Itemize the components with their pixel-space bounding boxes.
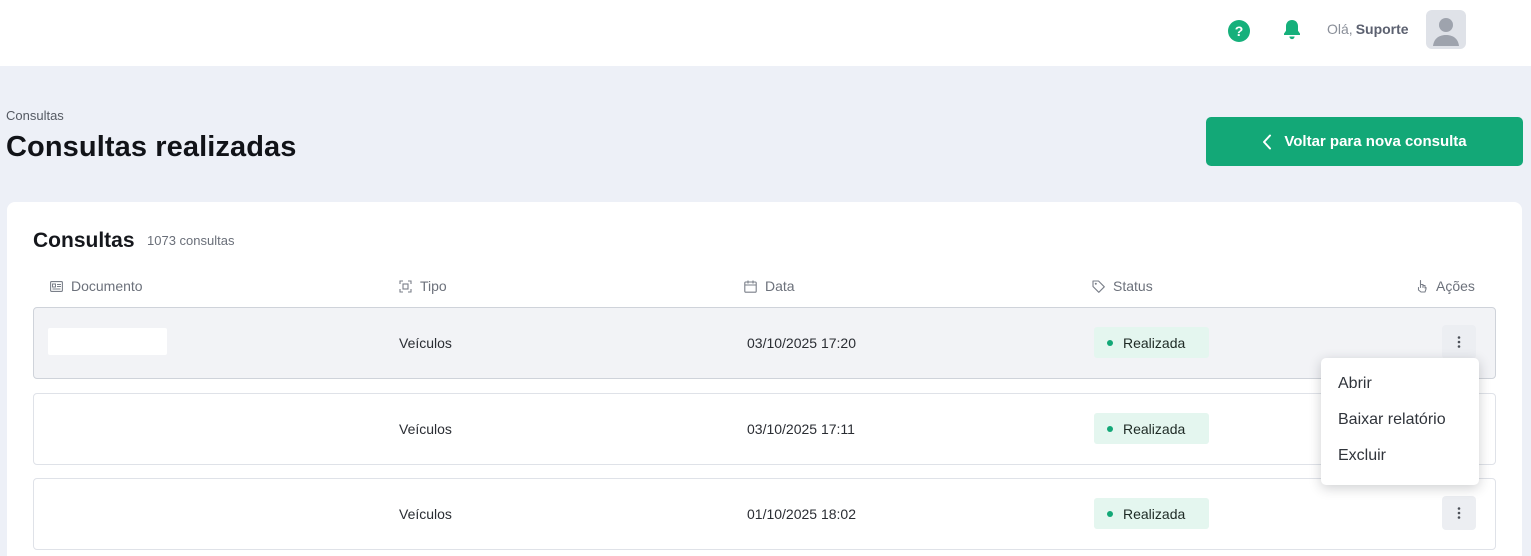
avatar[interactable] — [1426, 10, 1466, 49]
user-avatar-icon — [1433, 18, 1459, 46]
pointer-hand-icon — [1417, 279, 1427, 293]
more-vertical-icon — [1457, 507, 1461, 519]
status-badge: Realizada — [1094, 327, 1209, 358]
column-header-tipo: Tipo — [399, 278, 447, 294]
column-label-documento: Documento — [71, 278, 143, 294]
status-dot-icon — [1107, 510, 1113, 517]
column-label-data: Data — [765, 278, 795, 294]
status-label: Realizada — [1123, 505, 1186, 522]
table-row[interactable]: Veículos 03/10/2025 17:11 Realizada — [33, 393, 1496, 465]
status-label: Realizada — [1123, 420, 1186, 437]
page-title: Consultas realizadas — [6, 131, 297, 163]
status-label: Realizada — [1123, 334, 1186, 351]
row-tipo: Veículos — [399, 421, 452, 437]
menu-item-baixar-relatorio[interactable]: Baixar relatório — [1338, 411, 1446, 429]
column-header-data: Data — [744, 278, 795, 294]
chevron-left-icon — [1262, 134, 1272, 150]
scan-icon — [399, 279, 412, 293]
row-tipo: Veículos — [399, 335, 452, 351]
document-value-redacted — [48, 328, 167, 355]
column-header-status: Status — [1092, 278, 1153, 294]
bell-icon[interactable] — [1281, 18, 1303, 42]
menu-item-excluir[interactable]: Excluir — [1338, 447, 1386, 465]
column-label-tipo: Tipo — [420, 278, 447, 294]
top-bar: ? Olá, Suporte — [0, 0, 1531, 66]
help-icon[interactable]: ? — [1228, 20, 1250, 42]
table-row[interactable]: Veículos 01/10/2025 18:02 Realizada — [33, 478, 1496, 550]
greeting-text: Olá, Suporte — [1327, 20, 1409, 38]
user-name: Suporte — [1355, 21, 1409, 37]
greeting-label: Olá, — [1327, 21, 1353, 37]
column-header-acoes: Ações — [1416, 278, 1475, 294]
status-badge: Realizada — [1094, 413, 1209, 444]
back-to-new-query-button[interactable]: Voltar para nova consulta — [1206, 117, 1523, 166]
row-actions-button[interactable] — [1442, 325, 1476, 359]
id-card-icon — [50, 280, 63, 292]
status-dot-icon — [1107, 339, 1113, 346]
more-vertical-icon — [1457, 336, 1461, 348]
tag-icon — [1092, 279, 1105, 293]
card-title: Consultas — [33, 229, 135, 252]
calendar-icon — [744, 280, 757, 293]
queries-card: Consultas 1073 consultas Documento Tipo … — [7, 202, 1522, 556]
row-actions-button[interactable] — [1442, 496, 1476, 530]
column-label-status: Status — [1113, 278, 1153, 294]
status-dot-icon — [1107, 425, 1113, 432]
back-button-label: Voltar para nova consulta — [1284, 133, 1467, 150]
row-data: 03/10/2025 17:20 — [747, 335, 856, 351]
row-tipo: Veículos — [399, 506, 452, 522]
row-data: 03/10/2025 17:11 — [747, 421, 855, 437]
status-badge: Realizada — [1094, 498, 1209, 529]
query-count: 1073 consultas — [147, 233, 235, 248]
menu-item-abrir[interactable]: Abrir — [1338, 375, 1372, 393]
column-header-documento: Documento — [50, 278, 143, 294]
breadcrumb[interactable]: Consultas — [6, 108, 64, 123]
row-actions-menu: Abrir Baixar relatório Excluir — [1321, 358, 1479, 485]
column-label-acoes: Ações — [1436, 278, 1475, 294]
table-row[interactable]: Veículos 03/10/2025 17:20 Realizada — [33, 307, 1496, 379]
row-data: 01/10/2025 18:02 — [747, 506, 856, 522]
